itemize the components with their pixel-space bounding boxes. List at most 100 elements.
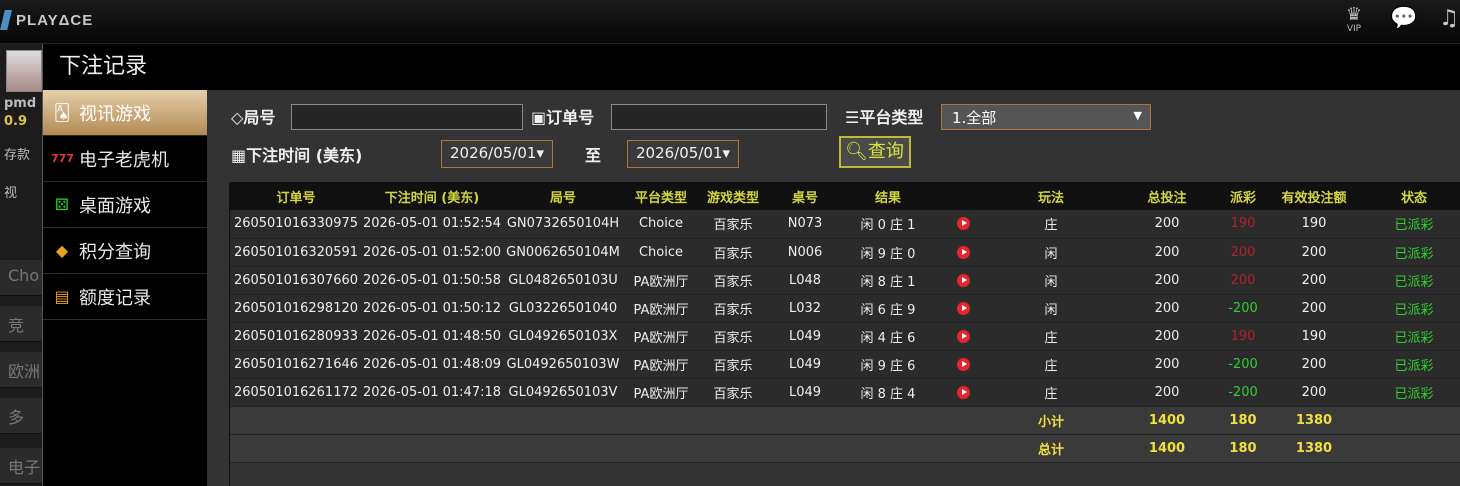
date-to-picker[interactable]: 2026/05/01▾ — [627, 140, 739, 168]
cell-order-id: 260501016307660 — [230, 266, 362, 295]
video-link[interactable]: 视 — [4, 182, 17, 201]
cell-total-bet: 200 — [1110, 294, 1224, 323]
cell-bet-type: 闲 — [992, 294, 1110, 323]
cell-replay[interactable] — [934, 294, 992, 323]
bg-tab-sports[interactable]: 竞 — [0, 306, 42, 342]
platform-label: 平台类型 — [859, 108, 924, 127]
time-label: 下注时间 (美东) — [246, 146, 363, 165]
cell-payout: -200 — [1224, 294, 1262, 323]
music-note-icon[interactable]: ♫ — [1438, 6, 1460, 34]
play-replay-icon[interactable] — [956, 245, 970, 259]
round-filter: ◇局号 — [231, 104, 275, 128]
time-filter: ▦下注时间 (美东) — [231, 142, 362, 166]
col-header — [934, 182, 992, 210]
cell-bet-time: 2026-05-01 01:48:09 — [362, 350, 502, 379]
menu-item-label: 视讯游戏 — [79, 103, 151, 125]
col-header: 订单号 — [230, 182, 362, 210]
logo-mark-icon — [0, 10, 12, 30]
cell-status: 已派彩 — [1366, 294, 1460, 323]
cell-replay[interactable] — [934, 378, 992, 407]
cell-order-id: 260501016320591 — [230, 238, 362, 267]
cell-total-bet: 200 — [1110, 322, 1224, 351]
cell-table-no: L049 — [768, 322, 842, 351]
round-input[interactable] — [291, 104, 523, 130]
cell-platform: Choice — [624, 210, 698, 239]
bg-tab-multi[interactable]: 多 — [0, 398, 42, 434]
cell-order-id: 260501016280933 — [230, 322, 362, 351]
query-button[interactable]: 🔍︎查询 — [839, 136, 911, 168]
cell-replay[interactable] — [934, 350, 992, 379]
cell-bet-type: 庄 — [992, 322, 1110, 351]
bet-records-modal: 下注记录 🂡 视讯游戏 777 电子老虎机 ⚄ 桌面游戏 ◆ 积分查询 ▤ 额度… — [42, 44, 1460, 486]
cell-game-type: 百家乐 — [698, 238, 768, 267]
menu-item-credit-records[interactable]: ▤ 额度记录 — [43, 274, 207, 320]
cell-status: 已派彩 — [1366, 322, 1460, 351]
cell-bet-type: 庄 — [992, 350, 1110, 379]
menu-item-slots[interactable]: 777 电子老虎机 — [43, 136, 207, 182]
records-menu: 🂡 视讯游戏 777 电子老虎机 ⚄ 桌面游戏 ◆ 积分查询 ▤ 额度记录 — [43, 90, 217, 486]
cell-platform: PA欧洲厅 — [624, 322, 698, 351]
grandtotal-total-bet: 1400 — [1110, 434, 1224, 463]
menu-item-live-games[interactable]: 🂡 视讯游戏 — [43, 90, 217, 136]
cell-result: 闲 8 庄 4 — [842, 378, 934, 407]
cell-replay[interactable] — [934, 210, 992, 239]
cell-bet-type: 庄 — [992, 378, 1110, 407]
bg-tab-electronic[interactable]: 电子 — [0, 448, 42, 484]
deposit-link[interactable]: 存款 — [4, 144, 30, 163]
subtotal-total-bet: 1400 — [1110, 406, 1224, 435]
col-header: 状态 — [1366, 182, 1460, 210]
cell-payout: 200 — [1224, 266, 1262, 295]
cell-bet-type: 闲 — [992, 238, 1110, 267]
cell-result: 闲 6 庄 9 — [842, 294, 934, 323]
list-icon: ☰ — [845, 108, 860, 127]
menu-item-label: 桌面游戏 — [79, 195, 151, 217]
modal-body: 🂡 视讯游戏 777 电子老虎机 ⚄ 桌面游戏 ◆ 积分查询 ▤ 额度记录 ◇局… — [43, 90, 1460, 486]
cell-status: 已派彩 — [1366, 210, 1460, 239]
order-input[interactable] — [611, 104, 827, 130]
play-replay-icon[interactable] — [956, 329, 970, 343]
table-row: 260501016271646 2026-05-01 01:48:09 GL0492… — [230, 350, 1460, 379]
play-replay-icon[interactable] — [956, 217, 970, 231]
col-header: 派彩 — [1224, 182, 1262, 210]
cell-replay[interactable] — [934, 322, 992, 351]
tag-icon: ◇ — [231, 108, 244, 127]
cell-payout: 190 — [1224, 322, 1262, 351]
cell-game-type: 百家乐 — [698, 294, 768, 323]
cell-table-no: N006 — [768, 238, 842, 267]
cell-valid-bet: 190 — [1262, 210, 1366, 239]
cell-replay[interactable] — [934, 238, 992, 267]
order-label: 订单号 — [546, 108, 595, 127]
menu-item-table-games[interactable]: ⚄ 桌面游戏 — [43, 182, 207, 228]
vip-crown-icon[interactable]: ♛ VIP — [1338, 6, 1370, 35]
table-header-row: 订单号 下注时间 (美东) 局号 平台类型 游戏类型 桌号 结果 玩法 总投注 — [230, 182, 1460, 210]
cell-table-no: L049 — [768, 350, 842, 379]
chat-support-icon[interactable]: 💬 — [1388, 6, 1420, 34]
platform-select[interactable]: 1.全部 ▼ — [941, 104, 1151, 130]
cell-bet-time: 2026-05-01 01:50:12 — [362, 294, 502, 323]
cell-order-id: 260501016330975 — [230, 210, 362, 239]
cell-order-id: 260501016271646 — [230, 350, 362, 379]
play-replay-icon[interactable] — [956, 357, 970, 371]
play-replay-icon[interactable] — [956, 301, 970, 315]
play-replay-icon[interactable] — [956, 385, 970, 399]
grandtotal-valid-bet: 1380 — [1262, 434, 1366, 463]
cell-valid-bet: 200 — [1262, 378, 1366, 407]
cell-total-bet: 200 — [1110, 266, 1224, 295]
cell-replay[interactable] — [934, 266, 992, 295]
background-app-sidebar: pmd 0.9 存款 视 Cho 竞 欧洲 多 电子 — [0, 44, 42, 486]
cell-platform: PA欧洲厅 — [624, 266, 698, 295]
menu-item-points[interactable]: ◆ 积分查询 — [43, 228, 207, 274]
bg-tab-choice[interactable]: Cho — [0, 260, 42, 296]
cell-platform: PA欧洲厅 — [624, 350, 698, 379]
cell-bet-type: 庄 — [992, 210, 1110, 239]
cell-result: 闲 8 庄 1 — [842, 266, 934, 295]
avatar[interactable] — [6, 50, 42, 92]
play-replay-icon[interactable] — [956, 273, 970, 287]
date-from-picker[interactable]: 2026/05/01▾ — [441, 140, 553, 168]
bg-tab-europe[interactable]: 欧洲 — [0, 352, 42, 388]
logo[interactable]: PLAYΔCE — [0, 9, 93, 31]
cell-game-type: 百家乐 — [698, 350, 768, 379]
dice-icon: ⚄ — [55, 195, 69, 214]
cell-payout: -200 — [1224, 378, 1262, 407]
cell-bet-time: 2026-05-01 01:52:00 — [362, 238, 502, 267]
